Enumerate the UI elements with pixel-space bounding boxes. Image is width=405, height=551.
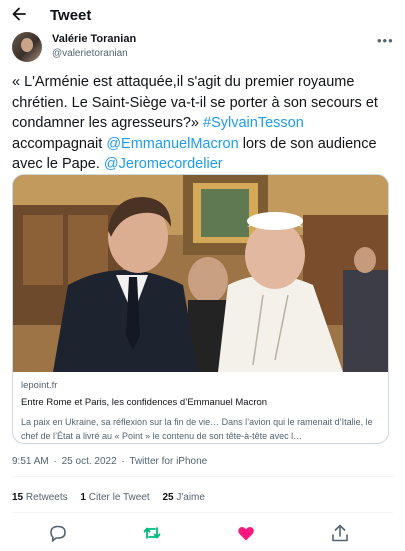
- likes-stat[interactable]: 25 J'aime: [162, 492, 205, 503]
- engagement-stats: 15 Retweets 1 Citer le Tweet 25 J'aime: [12, 492, 215, 503]
- card-photo: [13, 175, 388, 372]
- more-horizontal-icon[interactable]: •••: [377, 33, 394, 48]
- mention-link-macron[interactable]: @EmmanuelMacron: [106, 136, 238, 152]
- page-title: Tweet: [50, 7, 92, 24]
- tweet-source[interactable]: Twitter for iPhone: [129, 456, 207, 467]
- top-bar: Tweet: [0, 0, 405, 30]
- divider: [12, 476, 393, 477]
- divider: [12, 512, 393, 513]
- tweet-timestamp: 9:51 AM · 25 oct. 2022 · Twitter for iPh…: [12, 456, 209, 467]
- hashtag-link[interactable]: #SylvainTesson: [203, 115, 304, 131]
- tweet-date[interactable]: 25 oct. 2022: [62, 456, 117, 467]
- card-domain: lepoint.fr: [21, 380, 58, 391]
- quotes-count: 1: [80, 492, 86, 503]
- heart-icon[interactable]: [235, 522, 257, 544]
- card-description: La paix en Ukraine, sa réflexion sur la …: [21, 417, 373, 441]
- author-name[interactable]: Valérie Toranian: [52, 33, 136, 45]
- comment-icon[interactable]: [47, 522, 69, 544]
- avatar[interactable]: [12, 32, 42, 62]
- arrow-left-icon[interactable]: [11, 5, 27, 23]
- tweet-text-plain: « L'Arménie est attaquée,il s'agit du pr…: [12, 74, 378, 131]
- likes-count: 25: [162, 492, 174, 503]
- separator-dot: ·: [53, 456, 57, 467]
- retweets-count: 15: [12, 492, 24, 503]
- quotes-label: Citer le Tweet: [88, 492, 150, 503]
- link-preview-card[interactable]: lepoint.fr Entre Rome et Paris, les conf…: [12, 174, 389, 444]
- card-meta[interactable]: lepoint.fr Entre Rome et Paris, les conf…: [13, 372, 388, 443]
- tweet-text-part-2: accompagnait: [12, 135, 107, 152]
- mention-link-cordelier[interactable]: @Jeromecordelier: [104, 156, 223, 172]
- separator-dot: ·: [121, 456, 125, 467]
- retweets-label: Retweets: [25, 492, 68, 503]
- tweet-time[interactable]: 9:51 AM: [12, 456, 49, 467]
- card-image[interactable]: [13, 175, 388, 372]
- action-bar: [0, 518, 405, 546]
- tweet-author: Valérie Toranian @valerietoranian •••: [12, 30, 397, 64]
- tweet-text: « L'Arménie est attaquée,il s'agit du pr…: [12, 72, 398, 175]
- card-title: Entre Rome et Paris, les confidences d’E…: [21, 397, 268, 408]
- retweets-stat[interactable]: 15 Retweets: [12, 492, 68, 503]
- retweet-icon[interactable]: [141, 522, 163, 544]
- likes-label: J'aime: [176, 492, 205, 503]
- author-handle[interactable]: @valerietoranian: [52, 48, 128, 59]
- quotes-stat[interactable]: 1 Citer le Tweet: [80, 492, 149, 503]
- share-icon[interactable]: [329, 522, 351, 544]
